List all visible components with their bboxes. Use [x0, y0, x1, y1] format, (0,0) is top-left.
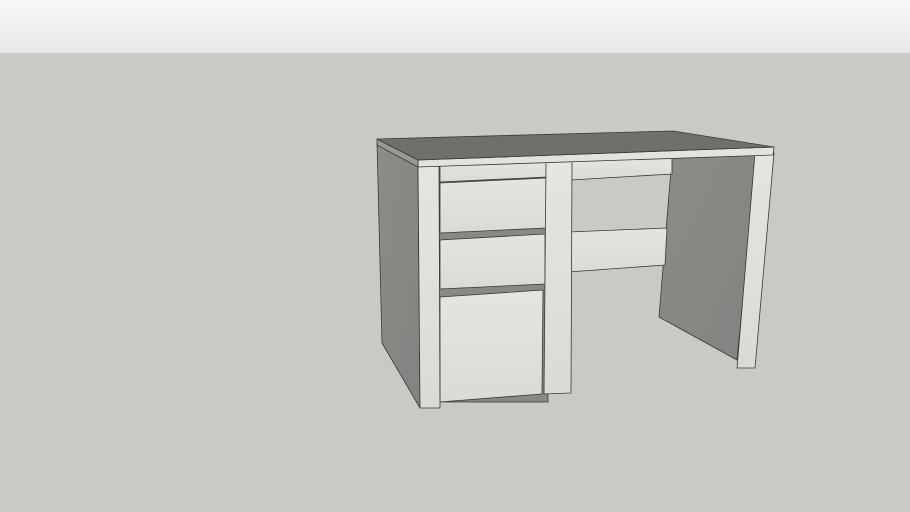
left-front-leg	[417, 165, 441, 409]
drawer-2[interactable]	[439, 233, 546, 290]
3d-viewport[interactable]	[0, 0, 910, 512]
left-side-panel	[376, 142, 421, 409]
modesty-rail	[567, 227, 668, 273]
desk-model[interactable]	[0, 0, 910, 512]
middle-leg	[543, 160, 573, 395]
drawer-3[interactable]	[439, 289, 544, 403]
drawer-1[interactable]	[439, 177, 547, 234]
